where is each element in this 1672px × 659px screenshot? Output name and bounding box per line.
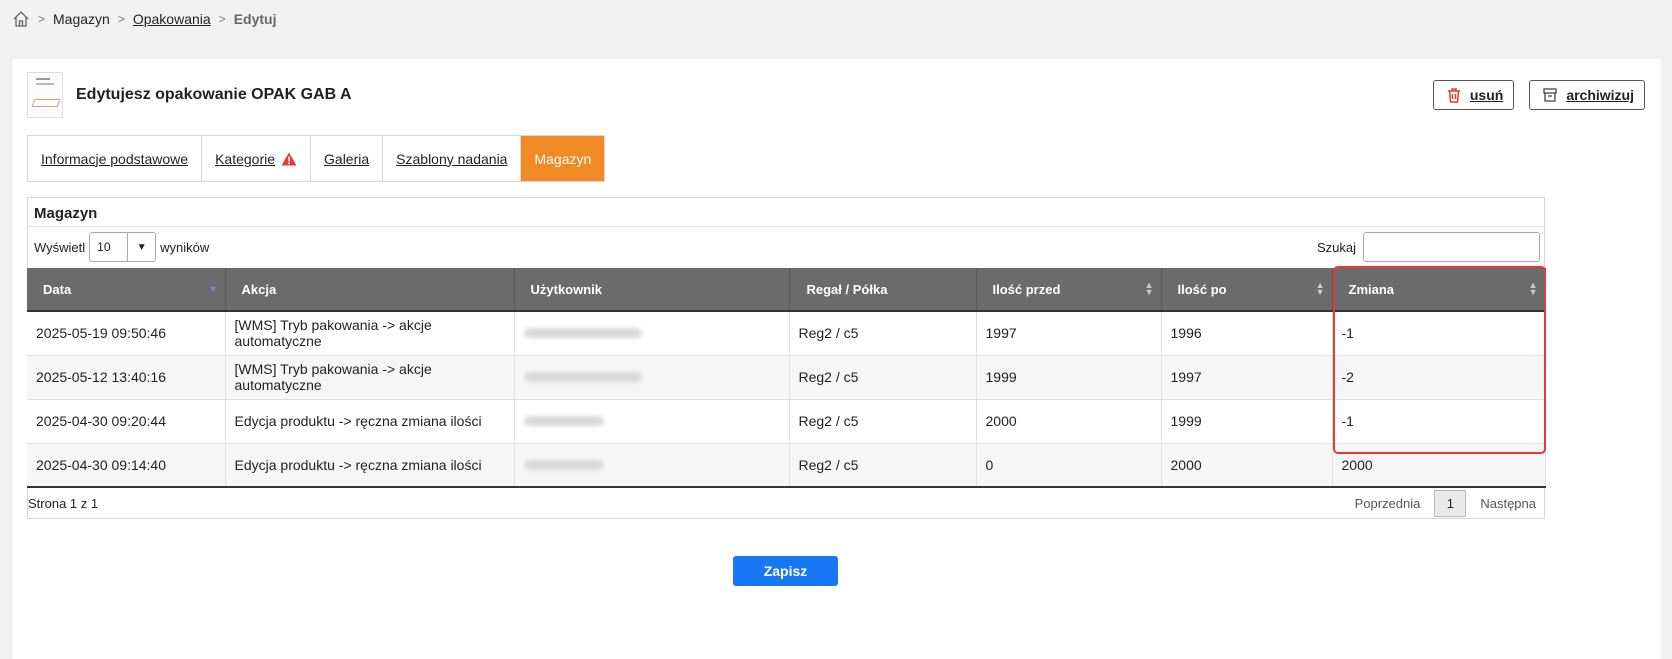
cell-location: Reg2 / c5: [789, 311, 977, 356]
header-actions: usuń archiwizuj: [1432, 80, 1645, 110]
warning-icon: [281, 152, 297, 165]
breadcrumb-magazyn[interactable]: Magazyn: [53, 11, 110, 27]
tab-magazyn[interactable]: Magazyn: [521, 136, 605, 181]
show-prefix: Wyświetl: [34, 239, 86, 255]
save-button[interactable]: Zapisz: [733, 556, 838, 586]
cell-location: Reg2 / c5: [789, 443, 977, 488]
cell-change: 2000: [1332, 443, 1546, 488]
cell-action: [WMS] Tryb pakowania -> akcje automatycz…: [225, 311, 515, 356]
table-controls: Wyświetl 10 ▼ wyników Szukaj: [28, 227, 1544, 267]
tab-bar: Informacje podstawowe Kategorie Galeria …: [27, 135, 606, 182]
column-header-zmiana[interactable]: Zmiana ▲ ▼: [1332, 268, 1546, 312]
column-header-regal[interactable]: Regał / Półka: [789, 268, 977, 312]
warehouse-table: Data ▼ Akcja Użytkownik Regał / Półka Ilo…: [27, 268, 1546, 488]
tab-label: Kategorie: [215, 150, 276, 167]
table-row: 2025-05-12 13:40:16 [WMS] Tryb pakowania…: [27, 355, 1546, 400]
cell-after: 1996: [1161, 311, 1333, 356]
table-footer: Strona 1 z 1 Poprzednia 1 Następna: [28, 488, 1544, 518]
warehouse-panel: Magazyn Wyświetl 10 ▼ wyników Szukaj Dat…: [27, 197, 1546, 519]
search-input[interactable]: [1363, 232, 1540, 262]
table-row: 2025-04-30 09:20:44 Edycja produktu -> r…: [27, 399, 1546, 444]
show-suffix: wyników: [160, 239, 210, 255]
delete-button[interactable]: usuń: [1432, 80, 1515, 110]
cell-after: 1997: [1161, 355, 1333, 400]
sort-icon: ▲ ▼: [1144, 280, 1154, 297]
column-header-uzytkownik[interactable]: Użytkownik: [514, 268, 790, 312]
page-1-button[interactable]: 1: [1434, 490, 1467, 517]
prev-page-button[interactable]: Poprzednia: [1355, 496, 1421, 511]
chevron-right-icon: >: [38, 12, 46, 26]
tab-informacje-podstawowe[interactable]: Informacje podstawowe: [28, 136, 203, 181]
cell-change: -1: [1332, 399, 1546, 444]
cell-date: 2025-04-30 09:20:44: [27, 399, 226, 444]
page-info: Strona 1 z 1: [28, 496, 99, 511]
archive-icon: [1543, 88, 1557, 102]
sort-desc-icon: ▼: [208, 284, 218, 294]
trash-icon: [1447, 88, 1460, 103]
cell-after: 1999: [1161, 399, 1333, 444]
cell-user: [514, 355, 790, 400]
tab-label: Informacje podstawowe: [41, 150, 189, 167]
cell-change: -2: [1332, 355, 1546, 400]
delete-label: usuń: [1469, 87, 1504, 103]
tab-label: Galeria: [324, 150, 370, 167]
archive-label: archiwizuj: [1566, 87, 1634, 103]
cell-date: 2025-05-12 13:40:16: [27, 355, 226, 400]
cell-before: 2000: [976, 399, 1162, 444]
home-icon[interactable]: [12, 10, 30, 28]
sort-icon: ▲ ▼: [1315, 280, 1325, 297]
tab-szablony-nadania[interactable]: Szablony nadania: [383, 136, 522, 181]
table-row: 2025-04-30 09:14:40 Edycja produktu -> r…: [27, 443, 1546, 488]
cell-change: -1: [1332, 311, 1546, 356]
column-header-data[interactable]: Data ▼: [27, 268, 226, 312]
archive-button[interactable]: archiwizuj: [1529, 80, 1645, 110]
sort-icon: ▲ ▼: [1528, 280, 1538, 297]
page-header: Edytujesz opakowanie OPAK GAB A usuń arc…: [27, 72, 1645, 118]
cell-user: [514, 311, 790, 356]
cell-after: 2000: [1161, 443, 1333, 488]
cell-date: 2025-04-30 09:14:40: [27, 443, 226, 488]
tab-label: Magazyn: [534, 150, 592, 167]
cell-location: Reg2 / c5: [789, 399, 977, 444]
chevron-right-icon: >: [218, 12, 226, 26]
tab-galeria[interactable]: Galeria: [311, 136, 384, 181]
page-size-value: 10: [97, 240, 111, 254]
cell-action: [WMS] Tryb pakowania -> akcje automatycz…: [225, 355, 515, 400]
table-header-row: Data ▼ Akcja Użytkownik Regał / Półka Ilo…: [27, 268, 1546, 312]
panel-title: Magazyn: [28, 198, 1544, 227]
column-header-ilosc-przed[interactable]: Ilość przed ▲ ▼: [976, 268, 1162, 312]
column-header-akcja[interactable]: Akcja: [225, 268, 515, 312]
cell-date: 2025-05-19 09:50:46: [27, 311, 226, 356]
cell-before: 1999: [976, 355, 1162, 400]
chevron-right-icon: >: [117, 12, 125, 26]
cell-before: 0: [976, 443, 1162, 488]
cell-before: 1997: [976, 311, 1162, 356]
cell-action: Edycja produktu -> ręczna zmiana ilości: [225, 399, 515, 444]
cell-user: [514, 443, 790, 488]
breadcrumb-current: Edytuj: [233, 11, 277, 27]
page-size-control: Wyświetl 10 ▼ wyników: [34, 232, 209, 262]
breadcrumb-opakowania[interactable]: Opakowania: [133, 11, 211, 27]
tab-kategorie[interactable]: Kategorie: [202, 136, 312, 181]
page-title: Edytujesz opakowanie OPAK GAB A: [76, 86, 352, 103]
caret-down-icon: ▼: [127, 233, 155, 261]
next-page-button[interactable]: Następna: [1480, 496, 1536, 511]
tab-label: Szablony nadania: [396, 150, 508, 167]
cell-location: Reg2 / c5: [789, 355, 977, 400]
cell-action: Edycja produktu -> ręczna zmiana ilości: [225, 443, 515, 488]
pagination: Poprzednia 1 Następna: [1355, 490, 1536, 517]
column-header-ilosc-po[interactable]: Ilość po ▲ ▼: [1161, 268, 1333, 312]
breadcrumb: > Magazyn > Opakowania > Edytuj: [12, 9, 276, 29]
table-row: 2025-05-19 09:50:46 [WMS] Tryb pakowania…: [27, 311, 1546, 356]
cell-user: [514, 399, 790, 444]
search-control: Szukaj: [1317, 232, 1540, 262]
search-label: Szukaj: [1316, 239, 1356, 255]
page-size-select[interactable]: 10 ▼: [89, 232, 157, 262]
product-thumbnail: [27, 72, 63, 118]
